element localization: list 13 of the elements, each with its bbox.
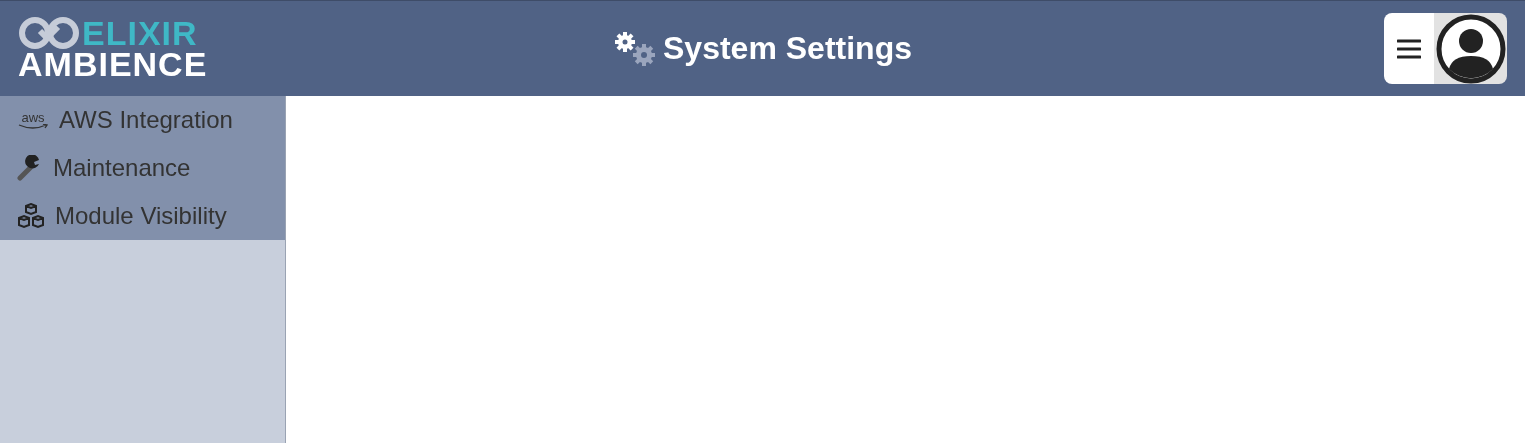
logo-text: ELIXIR — [82, 16, 198, 50]
sidebar-item[interactable]: aws AWS Integration — [0, 96, 285, 144]
user-avatar[interactable] — [1434, 13, 1507, 84]
menu-button[interactable] — [1384, 13, 1434, 84]
cubes-icon — [17, 203, 45, 229]
user-icon — [1435, 13, 1506, 84]
page-title: System Settings — [663, 30, 912, 67]
logo-icon — [18, 16, 80, 50]
sidebar-item[interactable]: Module Visibility — [0, 192, 285, 240]
sidebar-item[interactable]: Maintenance — [0, 144, 285, 192]
menu-icon — [1397, 37, 1421, 60]
gears-icon — [613, 30, 657, 67]
logo-text: AMBIENCE — [18, 47, 208, 81]
